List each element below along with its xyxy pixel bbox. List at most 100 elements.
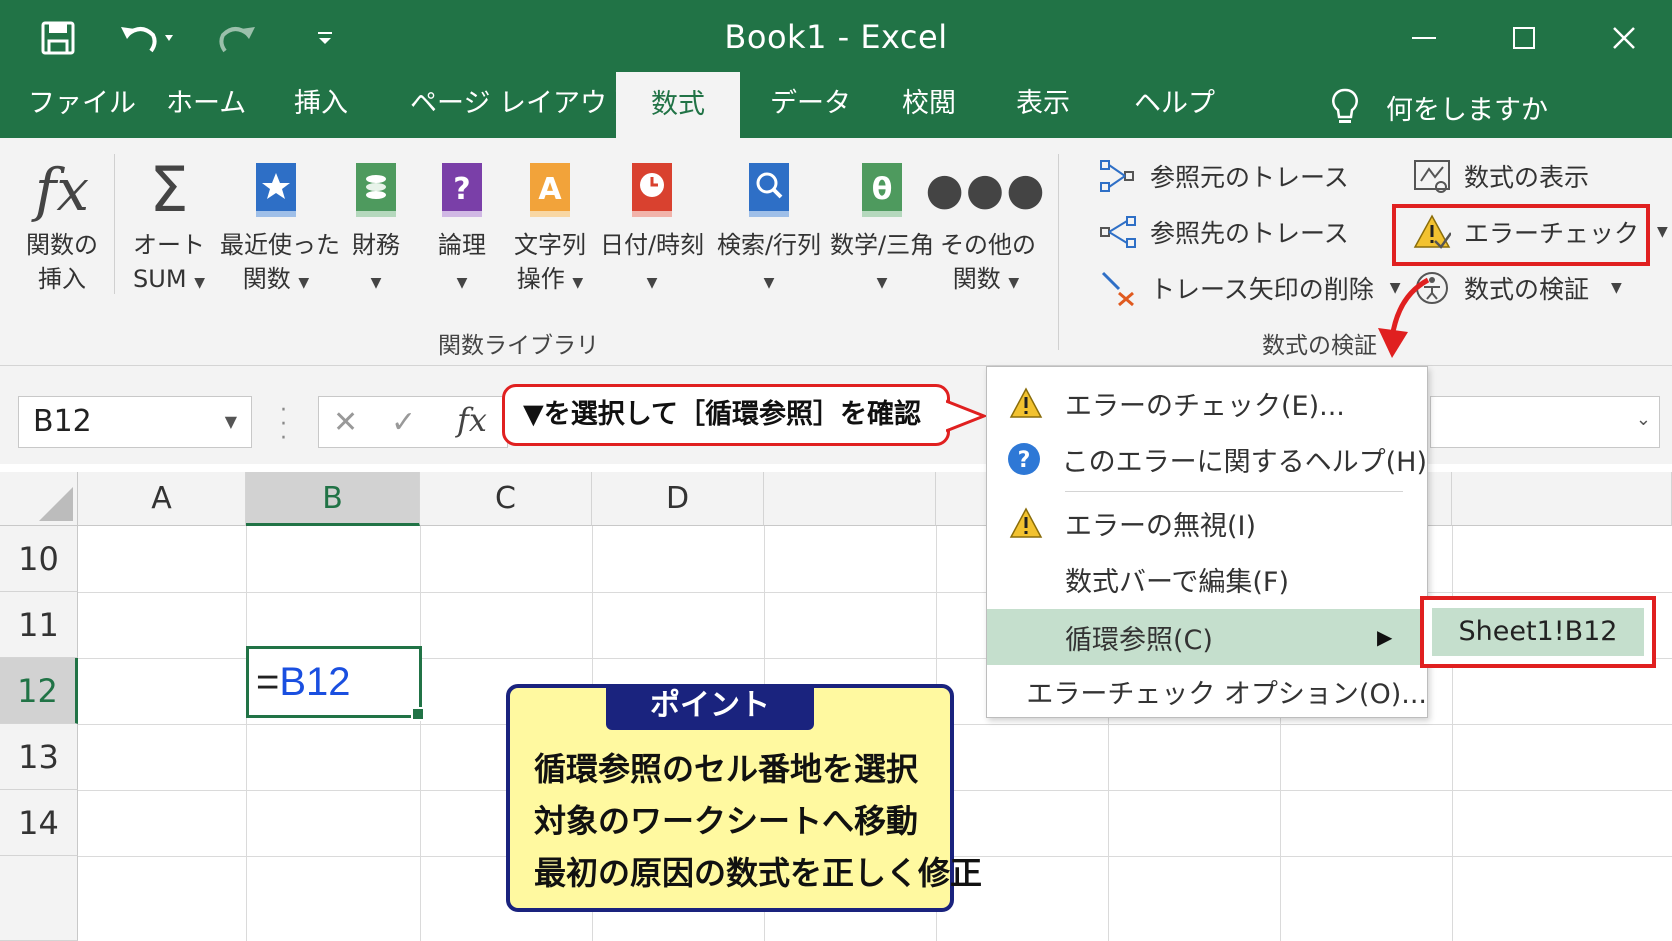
coins-book-icon bbox=[344, 152, 408, 228]
point-line: 循環参照のセル番地を選択 bbox=[534, 750, 919, 788]
tab-insert[interactable]: 挿入 bbox=[294, 76, 348, 138]
text-button[interactable]: A 文字列 操作 ▼ bbox=[512, 152, 588, 300]
tell-me-label: 何をしますか bbox=[1386, 94, 1548, 126]
help-icon: ? bbox=[987, 442, 1062, 476]
error-check-menu: エラーのチェック(E)... ? このエラーに関するヘルプ(H) エラーの無視(… bbox=[986, 366, 1428, 718]
function-library-label: 関数ライブラリ bbox=[438, 333, 599, 359]
trace-dependents-icon bbox=[1098, 212, 1138, 252]
point-title: ポイント bbox=[606, 684, 814, 730]
trace-precedents-button[interactable]: 参照元のトレース bbox=[1098, 152, 1349, 200]
column-header-a[interactable]: A bbox=[78, 472, 246, 526]
insert-function-button[interactable]: fx 関数の 挿入 bbox=[14, 152, 110, 296]
column-header-c[interactable]: C bbox=[420, 472, 592, 526]
svg-text:θ: θ bbox=[872, 172, 893, 207]
circular-reference-submenu: Sheet1!B12 bbox=[1420, 596, 1656, 668]
maximize-icon[interactable] bbox=[1494, 14, 1554, 62]
error-check-highlight bbox=[1392, 204, 1650, 266]
callout-tail bbox=[946, 399, 988, 433]
trace-precedents-icon bbox=[1098, 156, 1138, 196]
more-functions-button[interactable]: ●●● その他の 関数 ▼ bbox=[925, 152, 1047, 300]
svg-text:?: ? bbox=[453, 172, 470, 207]
date-time-button[interactable]: 日付/時刻 ▼ bbox=[598, 152, 706, 300]
tab-data[interactable]: データ bbox=[770, 76, 851, 138]
lookup-button[interactable]: 検索/行列 ▼ bbox=[716, 152, 822, 300]
row-header-11[interactable]: 11 bbox=[0, 592, 78, 658]
lightbulb-icon bbox=[1330, 87, 1360, 127]
clock-book-icon bbox=[598, 152, 706, 228]
expand-formula-bar-icon[interactable]: ⌄ bbox=[1636, 409, 1651, 430]
ribbon-tabs: ファイル ホーム 挿入 ページ レイアウト 数式 データ 校閲 表示 ヘルプ 何… bbox=[0, 72, 1672, 138]
star-book-icon bbox=[220, 152, 332, 228]
row-header-12[interactable]: 12 bbox=[0, 658, 78, 724]
submenu-arrow-icon: ▶ bbox=[1377, 625, 1393, 649]
tab-review[interactable]: 校閲 bbox=[902, 76, 956, 138]
row-header-14[interactable]: 14 bbox=[0, 790, 78, 856]
point-box: ポイント 循環参照のセル番地を選択 対象のワークシートへ移動 最初の原因の数式を… bbox=[506, 684, 982, 912]
magnifier-book-icon bbox=[716, 152, 822, 228]
svg-text:A: A bbox=[538, 172, 562, 207]
point-line: 対象のワークシートへ移動 bbox=[534, 802, 919, 840]
warning-icon bbox=[987, 507, 1065, 539]
trace-dependents-button[interactable]: 参照先のトレース bbox=[1098, 208, 1349, 256]
ellipsis-icon: ●●● bbox=[925, 164, 1047, 215]
formula-bar-buttons: ✕ ✓ fx bbox=[318, 396, 508, 448]
tab-home[interactable]: ホーム bbox=[166, 76, 246, 138]
sigma-icon: Σ bbox=[149, 153, 189, 226]
row-header-15[interactable] bbox=[0, 856, 78, 941]
fx-icon: fx bbox=[34, 156, 90, 224]
show-formulas-icon bbox=[1412, 156, 1452, 196]
submenu-item-sheet1-b12[interactable]: Sheet1!B12 bbox=[1432, 608, 1644, 656]
theta-book-icon: θ bbox=[830, 152, 934, 228]
recently-used-button[interactable]: 最近使った 関数 ▼ bbox=[220, 152, 340, 300]
remove-arrows-icon bbox=[1098, 268, 1138, 308]
financial-button[interactable]: 財務 ▼ bbox=[344, 152, 408, 300]
instruction-callout: ▼を選択して［循環参照］を確認 bbox=[502, 384, 950, 446]
tab-view[interactable]: 表示 bbox=[1016, 76, 1070, 138]
separator bbox=[1058, 154, 1059, 350]
autosum-button[interactable]: Σ オート SUM ▼ bbox=[124, 152, 214, 300]
show-formulas-button[interactable]: 数式の表示 bbox=[1412, 152, 1589, 200]
logical-button[interactable]: ? 論理 ▼ bbox=[430, 152, 494, 300]
menu-item-error-check-options[interactable]: エラーチェック オプション(O)... bbox=[987, 663, 1427, 719]
insert-function-icon[interactable]: fx bbox=[457, 401, 487, 439]
tell-me-box[interactable]: 何をしますか bbox=[1330, 76, 1548, 138]
warning-icon bbox=[987, 387, 1065, 419]
menu-item-error-help[interactable]: ? このエラーに関するヘルプ(H) bbox=[987, 431, 1427, 487]
column-header-b[interactable]: B bbox=[246, 472, 420, 526]
close-icon[interactable] bbox=[1594, 14, 1654, 62]
question-book-icon: ? bbox=[430, 152, 494, 228]
column-header-e[interactable] bbox=[764, 472, 936, 526]
select-all-button[interactable] bbox=[0, 472, 78, 526]
row-header-13[interactable]: 13 bbox=[0, 724, 78, 790]
cancel-icon[interactable]: ✕ bbox=[333, 405, 358, 440]
menu-item-circular-references[interactable]: 循環参照(C) ▶ bbox=[987, 609, 1427, 665]
column-header-i[interactable] bbox=[1452, 472, 1672, 526]
title-bar: Book1 - Excel bbox=[0, 0, 1672, 76]
formula-bar-grip-icon[interactable]: · · · bbox=[280, 400, 287, 450]
minimize-icon[interactable] bbox=[1394, 14, 1454, 62]
menu-item-ignore-error[interactable]: エラーの無視(I) bbox=[987, 495, 1427, 551]
text-book-icon: A bbox=[512, 152, 588, 228]
chevron-down-icon[interactable]: ▼ bbox=[225, 397, 237, 447]
separator bbox=[114, 154, 115, 294]
enter-check-icon[interactable]: ✓ bbox=[391, 405, 416, 440]
row-header-10[interactable]: 10 bbox=[0, 526, 78, 592]
math-trig-button[interactable]: θ 数学/三角 ▼ bbox=[830, 152, 934, 300]
evaluate-formula-button[interactable]: 数式の検証 ▼ bbox=[1412, 264, 1622, 312]
formula-input[interactable]: ⌄ bbox=[1430, 396, 1660, 448]
menu-item-edit-in-formula-bar[interactable]: 数式バーで編集(F) bbox=[987, 551, 1427, 607]
fill-handle[interactable] bbox=[411, 707, 425, 721]
formula-auditing-label: 数式の検証 bbox=[1262, 333, 1377, 359]
menu-item-check-errors[interactable]: エラーのチェック(E)... bbox=[987, 375, 1427, 431]
remove-arrows-button[interactable]: トレース矢印の削除 ▼ bbox=[1098, 264, 1401, 312]
cell-b12-formula: =B12 bbox=[256, 660, 351, 704]
tab-page-layout[interactable]: ページ レイアウト bbox=[410, 76, 634, 138]
annotation-arrow-icon bbox=[1378, 277, 1430, 358]
column-header-d[interactable]: D bbox=[592, 472, 764, 526]
name-box[interactable]: B12 ▼ bbox=[18, 396, 252, 448]
tab-file[interactable]: ファイル bbox=[28, 76, 136, 138]
point-line: 最初の原因の数式を正しく修正 bbox=[534, 854, 983, 892]
svg-text:?: ? bbox=[1018, 448, 1031, 473]
tab-formulas[interactable]: 数式 bbox=[616, 72, 740, 138]
tab-help[interactable]: ヘルプ bbox=[1134, 76, 1215, 138]
